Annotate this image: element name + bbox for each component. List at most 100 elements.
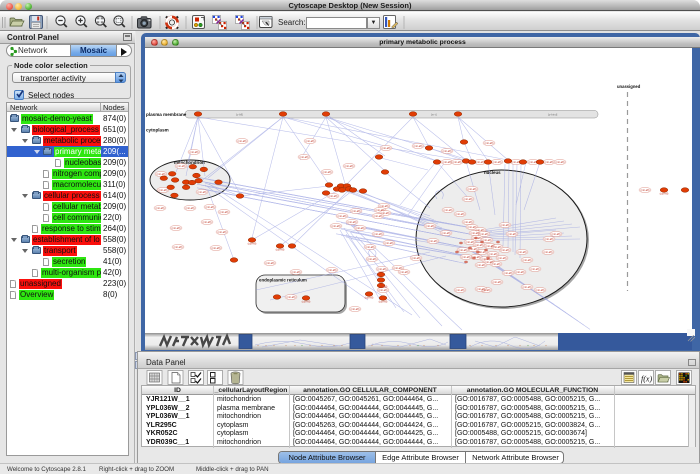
svg-text:(mit-a8): (mit-a8) [456,212,465,216]
svg-text:(cyt-h8): (cyt-h8) [379,300,388,304]
svg-text:(mit-a8): (mit-a8) [475,243,484,247]
svg-text:(mit-a8): (mit-a8) [466,240,475,244]
svg-text:[m-t]: [m-t] [431,113,437,117]
svg-text:[p-bind]: [p-bind] [548,113,558,117]
svg-text:(mit-a8): (mit-a8) [266,261,275,265]
svg-text:(mit-a8): (mit-a8) [177,164,186,168]
svg-text:(mit-a8): (mit-a8) [456,288,465,292]
svg-text:(mit-a8): (mit-a8) [203,220,212,224]
svg-text:(cyt-h8): (cyt-h8) [276,248,285,252]
svg-text:(mit-a8): (mit-a8) [306,139,315,143]
svg-text:(mit-a8): (mit-a8) [323,170,332,174]
svg-text:(mit-a8): (mit-a8) [471,231,480,235]
svg-text:(mit-a8): (mit-a8) [292,270,301,274]
svg-text:f(x): f(x) [641,375,652,384]
svg-text:(mit-a8): (mit-a8) [345,164,354,168]
svg-text:(mit-a8): (mit-a8) [338,214,347,218]
svg-text:unassigned: unassigned [617,84,641,89]
svg-text:(mit-a8): (mit-a8) [156,206,165,210]
svg-text:(mit-a8): (mit-a8) [459,248,468,252]
svg-text:(mit-a8): (mit-a8) [493,245,502,249]
svg-text:(mit-a8): (mit-a8) [328,268,337,272]
svg-text:(mit-a8): (mit-a8) [477,263,486,267]
svg-text:(mit-a8): (mit-a8) [198,190,207,194]
svg-text:(mit-a8): (mit-a8) [545,160,554,164]
svg-text:(mit-a8): (mit-a8) [477,287,486,291]
svg-text:(mit-a8): (mit-a8) [366,245,375,249]
svg-text:(mit-a8): (mit-a8) [174,245,183,249]
svg-text:(mit-a8): (mit-a8) [159,188,168,192]
svg-text:(mit-a8): (mit-a8) [374,232,383,236]
svg-text:(mit-a8): (mit-a8) [352,209,361,213]
svg-text:(mit-a8): (mit-a8) [442,231,451,235]
svg-text:(mit-a8): (mit-a8) [504,271,513,275]
svg-text:(mit-a8): (mit-a8) [453,160,462,164]
svg-text:(mit-a8): (mit-a8) [212,246,221,250]
svg-text:cytoplasm: cytoplasm [146,128,169,133]
svg-text:(mit-a8): (mit-a8) [523,258,532,262]
svg-text:(mit-a8): (mit-a8) [508,232,517,236]
svg-text:(mit-a8): (mit-a8) [492,262,501,266]
svg-text:(mit-a8): (mit-a8) [157,172,166,176]
svg-text:(mit-a8): (mit-a8) [332,224,341,228]
svg-text:(mit-a8): (mit-a8) [531,267,540,271]
svg-text:(mit-a8): (mit-a8) [356,226,365,230]
svg-text:(mit-a8): (mit-a8) [348,220,357,224]
svg-text:(mit-a8): (mit-a8) [394,266,403,270]
svg-text:endoplasmic reticulum: endoplasmic reticulum [259,278,307,283]
svg-text:(mit-a8): (mit-a8) [329,194,338,198]
svg-text:(cyt-h8): (cyt-h8) [379,285,388,289]
svg-text:(mit-a8): (mit-a8) [536,288,545,292]
svg-text:(mit-a8): (mit-a8) [545,237,554,241]
svg-text:(mit-a8): (mit-a8) [523,285,532,289]
svg-text:(mit-a8): (mit-a8) [190,150,199,154]
svg-text:(mit-a8): (mit-a8) [464,197,473,201]
svg-text:(mit-a8): (mit-a8) [468,187,477,191]
svg-text:(mit-a8): (mit-a8) [518,250,527,254]
svg-text:(mit-a8): (mit-a8) [641,188,650,192]
svg-text:(mit-a8): (mit-a8) [186,206,195,210]
svg-text:(mit-a8): (mit-a8) [516,270,525,274]
svg-text:(mit-a8): (mit-a8) [464,220,473,224]
svg-text:(mit-a8): (mit-a8) [368,257,377,261]
svg-text:(mit-a8): (mit-a8) [414,144,423,148]
svg-text:(cyt-h8): (cyt-h8) [660,192,669,196]
svg-text:(mit-a8): (mit-a8) [444,208,453,212]
svg-text:(mit-a8): (mit-a8) [501,248,510,252]
svg-text:(mit-a8): (mit-a8) [379,288,388,292]
svg-text:(mit-a8): (mit-a8) [220,210,229,214]
svg-text:(mit-a8): (mit-a8) [556,160,565,164]
svg-text:[c-b8]: [c-b8] [236,113,243,117]
svg-text:(mit-a8): (mit-a8) [351,307,360,311]
svg-text:(mit-a8): (mit-a8) [480,232,489,236]
svg-text:(mit-a8): (mit-a8) [378,267,387,271]
svg-text:(mit-a8): (mit-a8) [544,250,553,254]
svg-text:(mit-a8): (mit-a8) [476,160,485,164]
svg-text:nucleus: nucleus [484,170,501,175]
svg-text:(mit-a8): (mit-a8) [172,226,181,230]
svg-text:(mit-a8): (mit-a8) [501,223,510,227]
svg-text:(mit-a8): (mit-a8) [287,295,296,299]
svg-text:(mit-a8): (mit-a8) [498,256,507,260]
svg-text:(mit-a8): (mit-a8) [462,255,471,259]
svg-text:(mit-a8): (mit-a8) [380,204,389,208]
svg-text:(mit-a8): (mit-a8) [552,232,561,236]
svg-text:(mit-a8): (mit-a8) [382,146,391,150]
svg-text:(mit-a8): (mit-a8) [483,238,492,242]
svg-text:(mit-a8): (mit-a8) [218,230,227,234]
svg-text:(mit-a8): (mit-a8) [429,239,438,243]
svg-text:(mit-a8): (mit-a8) [493,280,502,284]
svg-text:(mit-a8): (mit-a8) [385,241,394,245]
svg-text:(cyt-h8): (cyt-h8) [302,300,311,304]
svg-text:(mit-a8): (mit-a8) [443,149,452,153]
svg-text:(mit-a8): (mit-a8) [489,252,498,256]
svg-text:(mit-a8): (mit-a8) [374,214,383,218]
svg-text:(mit-a8): (mit-a8) [400,270,409,274]
svg-text:(mit-a8): (mit-a8) [443,160,452,164]
svg-text:plasma membrane: plasma membrane [146,112,187,117]
svg-text:(mit-a8): (mit-a8) [493,160,502,164]
svg-text:(mit-a8): (mit-a8) [300,155,309,159]
svg-text:(mit-a8): (mit-a8) [426,224,435,228]
svg-text:(cyt-h8): (cyt-h8) [365,296,374,300]
svg-text:(mit-a8): (mit-a8) [412,256,421,260]
